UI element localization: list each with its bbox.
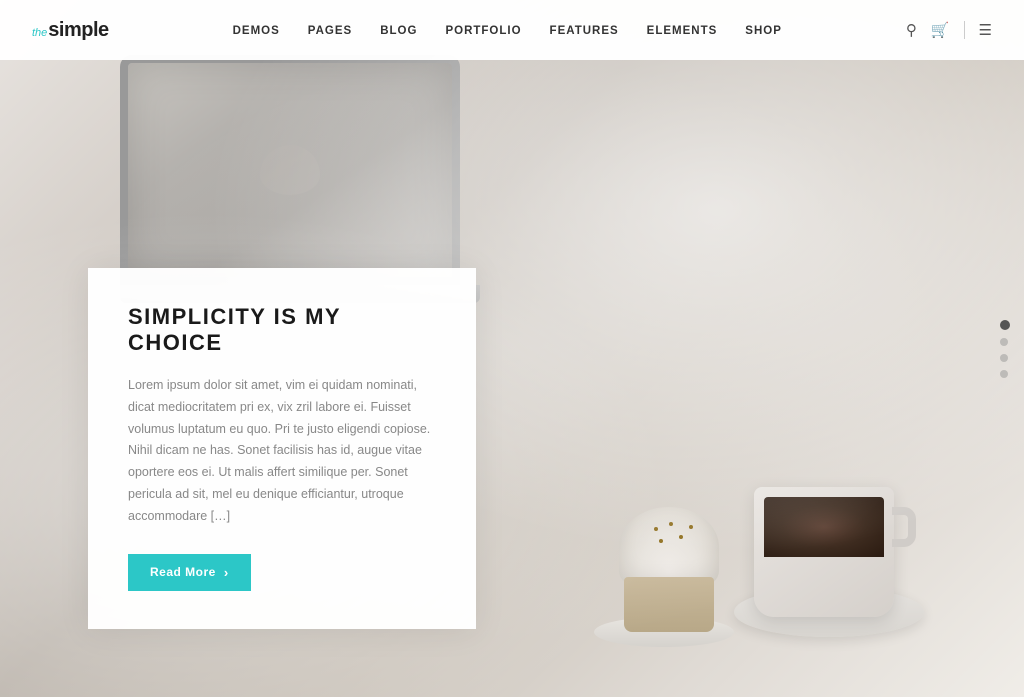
laptop-screen xyxy=(120,55,460,285)
nav-item-elements[interactable]: ELEMENTS xyxy=(647,21,718,39)
logo-main: simple xyxy=(48,19,108,42)
sprinkle xyxy=(659,539,663,543)
cupcake-base xyxy=(624,577,714,632)
logo-prefix: the xyxy=(32,27,47,39)
cart-icon[interactable]: 🛒 xyxy=(931,21,950,39)
cupcake-decoration xyxy=(604,507,734,647)
coffee-handle xyxy=(892,507,916,547)
nav-item-demos[interactable]: DEMOS xyxy=(233,21,280,39)
card-body: Lorem ipsum dolor sit amet, vim ei quida… xyxy=(128,375,436,528)
nav-link-shop[interactable]: SHOP xyxy=(745,25,782,37)
sprinkle xyxy=(654,527,658,531)
read-more-button[interactable]: Read More › xyxy=(128,554,251,591)
nav-menu: DEMOS PAGES BLOG PORTFOLIO FEATURES ELEM… xyxy=(233,21,782,39)
coffee-cup xyxy=(754,487,894,617)
nav-item-features[interactable]: FEATURES xyxy=(550,21,619,39)
sprinkle xyxy=(669,522,673,526)
nav-link-pages[interactable]: PAGES xyxy=(308,25,352,37)
slider-dot-2[interactable] xyxy=(1000,338,1008,346)
nav-item-pages[interactable]: PAGES xyxy=(308,21,352,39)
sprinkle xyxy=(679,535,683,539)
slider-dot-4[interactable] xyxy=(1000,370,1008,378)
nav-link-features[interactable]: FEATURES xyxy=(550,25,619,37)
nav-item-blog[interactable]: BLOG xyxy=(380,21,417,39)
menu-icon[interactable]: ☰ xyxy=(979,21,992,39)
coffee-decoration xyxy=(724,377,944,637)
hero-card: SIMPLICITY IS MY CHOICE Lorem ipsum dolo… xyxy=(88,268,476,629)
slider-dot-3[interactable] xyxy=(1000,354,1008,362)
slider-dots xyxy=(1000,320,1010,378)
hero-section: SIMPLICITY IS MY CHOICE Lorem ipsum dolo… xyxy=(0,0,1024,697)
nav-link-portfolio[interactable]: PORTFOLIO xyxy=(445,25,521,37)
search-icon[interactable]: ⚲ xyxy=(906,21,917,39)
slider-dot-1[interactable] xyxy=(1000,320,1010,330)
nav-link-blog[interactable]: BLOG xyxy=(380,25,417,37)
nav-icon-group: ⚲ 🛒 ☰ xyxy=(906,21,992,39)
coffee-liquid xyxy=(764,497,884,557)
nav-link-elements[interactable]: ELEMENTS xyxy=(647,25,718,37)
nav-divider xyxy=(964,21,965,39)
nav-link-demos[interactable]: DEMOS xyxy=(233,25,280,37)
main-nav: thesimple DEMOS PAGES BLOG PORTFOLIO FEA… xyxy=(0,0,1024,60)
nav-item-shop[interactable]: SHOP xyxy=(745,21,782,39)
site-logo[interactable]: thesimple xyxy=(32,19,109,42)
read-more-label: Read More xyxy=(150,565,216,579)
sprinkle xyxy=(689,525,693,529)
arrow-icon: › xyxy=(224,565,229,580)
cupcake-sprinkles xyxy=(639,517,699,557)
card-title: SIMPLICITY IS MY CHOICE xyxy=(128,304,436,357)
nav-item-portfolio[interactable]: PORTFOLIO xyxy=(445,21,521,39)
